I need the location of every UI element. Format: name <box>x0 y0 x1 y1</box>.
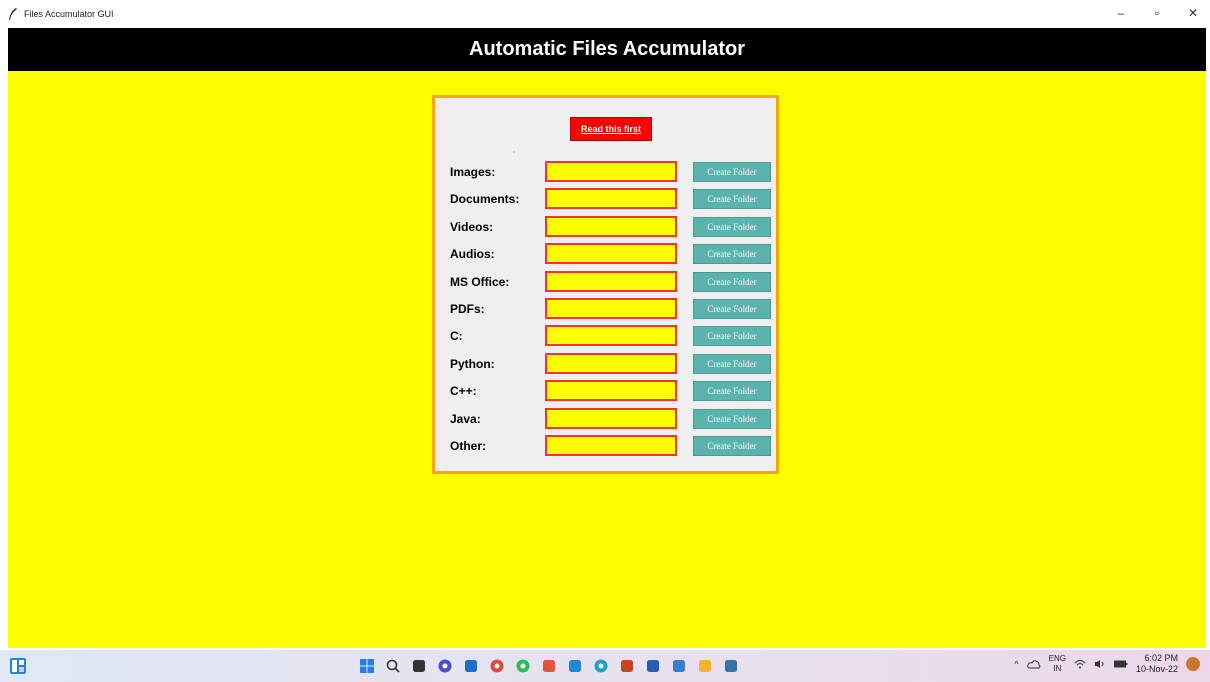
app-area: Automatic Files Accumulator Read this fi… <box>8 28 1206 648</box>
folder-row-label: C++: <box>450 384 477 399</box>
folder-path-input[interactable] <box>545 435 677 456</box>
powerpoint-icon[interactable] <box>617 656 637 676</box>
app-header: Automatic Files Accumulator <box>8 28 1206 71</box>
create-folder-button[interactable]: Create Folder <box>693 436 771 456</box>
widgets-icon[interactable] <box>10 658 26 674</box>
battery-icon[interactable] <box>1113 659 1128 669</box>
search-icon[interactable] <box>383 656 403 676</box>
folder-row: Audios: Create Folder <box>435 243 776 265</box>
folder-path-input[interactable] <box>545 352 677 374</box>
create-folder-button[interactable]: Create Folder <box>693 408 771 429</box>
folder-path-input[interactable] <box>545 270 677 292</box>
create-folder-button[interactable]: Create Folder <box>693 381 771 402</box>
folder-row-label: Images: <box>450 165 496 179</box>
minimize-button[interactable]: – <box>1114 6 1128 20</box>
folder-row-label: MS Office: <box>450 274 510 289</box>
folder-row: C++: Create Folder <box>435 380 776 402</box>
create-folder-button[interactable]: Create Folder <box>693 353 771 374</box>
edge-icon[interactable] <box>591 656 611 676</box>
whatsapp-icon[interactable] <box>513 656 533 676</box>
folder-row: Other: Create Folder <box>435 435 776 457</box>
folder-row: Videos: Create Folder <box>435 215 776 238</box>
folder-row-label: C: <box>450 329 463 344</box>
folder-path-input[interactable] <box>545 161 677 182</box>
folder-row-label: Documents: <box>450 192 520 207</box>
folder-path-input[interactable] <box>545 188 677 210</box>
file-explorer-icon[interactable] <box>695 656 715 676</box>
folder-row-label: PDFs: <box>450 302 485 316</box>
notepad-icon[interactable] <box>669 656 689 676</box>
create-folder-button[interactable]: Create Folder <box>693 189 771 210</box>
folder-row-label: Videos: <box>450 219 494 234</box>
folder-row: Java: Create Folder <box>435 407 776 430</box>
create-folder-button[interactable]: Create Folder <box>693 299 771 319</box>
folder-path-input[interactable] <box>545 380 677 402</box>
folder-row: Python: Create Folder <box>435 352 776 375</box>
brave-icon[interactable] <box>539 656 559 676</box>
system-tray: ^ ENG IN 6:02 PM 10-Nov-22 <box>1014 653 1200 675</box>
close-button[interactable]: ✕ <box>1186 6 1200 20</box>
volume-icon[interactable] <box>1094 659 1106 669</box>
windows-start-icon[interactable] <box>357 656 377 676</box>
folder-row-label: Python: <box>450 356 495 371</box>
create-folder-button[interactable]: Create Folder <box>693 271 771 292</box>
create-folder-button[interactable]: Create Folder <box>693 326 771 347</box>
window-titlebar: Files Accumulator GUI – ▫ ✕ <box>0 0 1210 28</box>
chat-icon[interactable] <box>435 656 455 676</box>
folder-row: Images: Create Folder <box>435 161 776 183</box>
create-folder-button[interactable]: Create Folder <box>693 162 771 182</box>
folder-row-label: Audios: <box>450 247 495 262</box>
folder-row: MS Office: Create Folder <box>435 270 776 293</box>
folder-row: Documents: Create Folder <box>435 188 776 210</box>
word-icon[interactable] <box>643 656 663 676</box>
window-controls: – ▫ ✕ <box>1114 6 1200 20</box>
window-title: Files Accumulator GUI <box>24 9 114 19</box>
folder-path-input[interactable] <box>545 215 677 237</box>
task-view-icon[interactable] <box>409 656 429 676</box>
folder-row-label: Java: <box>450 411 481 426</box>
store-icon[interactable] <box>461 656 481 676</box>
onedrive-icon[interactable] <box>1026 659 1041 669</box>
folder-path-input[interactable] <box>545 298 677 319</box>
taskbar-apps <box>357 656 741 676</box>
create-folder-button[interactable]: Create Folder <box>693 216 771 237</box>
wifi-icon[interactable] <box>1074 659 1086 669</box>
taskbar: ^ ENG IN 6:02 PM 10-Nov-22 <box>0 650 1210 682</box>
python-app-icon[interactable] <box>721 656 741 676</box>
folder-path-input[interactable] <box>545 243 677 265</box>
vscode-icon[interactable] <box>565 656 585 676</box>
notification-badge-icon[interactable] <box>1186 657 1200 671</box>
folder-row: C: Create Folder <box>435 325 776 347</box>
folder-row-label: Other: <box>450 439 486 453</box>
folder-row: PDFs: Create Folder <box>435 298 776 320</box>
folder-panel: Read this first Images: Create Folder Docu… <box>432 95 779 474</box>
read-this-first-button[interactable]: Read this first <box>570 117 652 141</box>
clock[interactable]: 6:02 PM 10-Nov-22 <box>1136 653 1178 675</box>
language-indicator[interactable]: ENG IN <box>1049 654 1066 674</box>
folder-path-input[interactable] <box>545 325 677 347</box>
tray-chevron-icon[interactable]: ^ <box>1014 659 1018 669</box>
separator-dot <box>513 151 515 153</box>
folder-path-input[interactable] <box>545 407 677 429</box>
create-folder-button[interactable]: Create Folder <box>693 244 771 265</box>
feather-icon <box>9 8 17 20</box>
chrome-icon[interactable] <box>487 656 507 676</box>
maximize-button[interactable]: ▫ <box>1150 6 1164 20</box>
